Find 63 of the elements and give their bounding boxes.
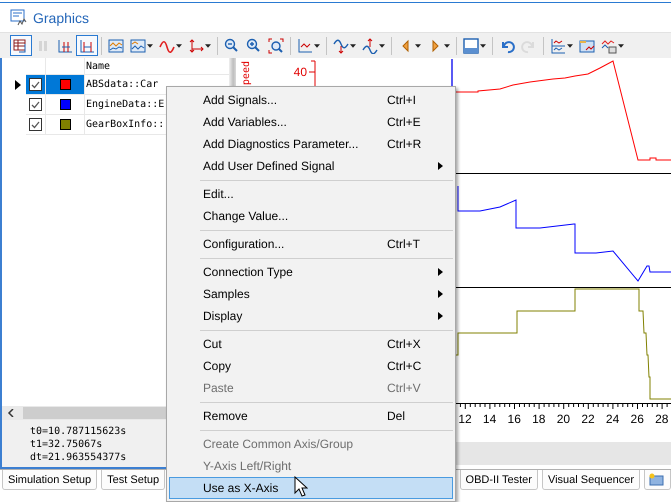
checkbox[interactable] [29, 98, 42, 111]
bottom-tab[interactable]: Simulation Setup [2, 470, 98, 490]
bottom-tab[interactable]: OBD-II Tester [460, 470, 538, 490]
wave-down-icon [333, 38, 349, 54]
zoom-in-icon [246, 38, 262, 54]
menu-item[interactable]: Add Variables... Ctrl+E [169, 111, 453, 133]
cursor-time-text: t0=10.787115623s [30, 425, 126, 438]
signal-name[interactable]: GearBoxInfo:: [86, 119, 164, 130]
column-header: Name [86, 60, 110, 72]
scroll-left-icon[interactable] [7, 409, 15, 417]
cursor-span-icon [79, 38, 95, 54]
menu-item[interactable]: Add User Defined Signal [169, 155, 453, 177]
x-tick-label: 20 [556, 412, 570, 426]
x-tick-label: 26 [630, 412, 644, 426]
stacked-charts-icon [550, 38, 566, 54]
chart-icon [130, 38, 146, 54]
wave-up-icon [362, 38, 378, 54]
monitor-icon [648, 472, 664, 486]
cursor-time-text: t1=32.75067s [30, 438, 102, 451]
x-tick-label: 18 [532, 412, 546, 426]
menu-item[interactable]: Display [169, 305, 453, 327]
x-tick-label: 12 [458, 412, 472, 426]
window-icon [463, 38, 479, 54]
menu-item[interactable]: Change Value... [169, 205, 453, 227]
cursor-icon [57, 38, 73, 54]
axis-arrows-icon [188, 38, 204, 54]
x-tick-label: 28 [655, 412, 668, 426]
menu-item[interactable]: Add Diagnostics Parameter... Ctrl+R [169, 133, 453, 155]
window-title: Graphics [33, 10, 90, 26]
signal-name[interactable]: EngineData::E [86, 99, 164, 110]
chart-export-icon [601, 38, 617, 54]
bottom-tab[interactable] [644, 470, 671, 490]
menu-item[interactable]: Add Signals... Ctrl+I [169, 89, 453, 111]
bottom-tab[interactable]: Visual Sequencer [542, 470, 640, 490]
toolbar-button[interactable] [10, 35, 32, 56]
x-tick-label: 22 [581, 412, 595, 426]
y-tick-label: 40 [294, 65, 307, 79]
x-tick-label: 16 [508, 412, 521, 426]
menu-item[interactable]: Connection Type [169, 261, 453, 283]
menu-item[interactable]: Configuration... Ctrl+T [169, 233, 453, 255]
cursor-time-text: dt=21.963554377s [30, 451, 126, 464]
menu-item[interactable]: Cut Ctrl+X [169, 333, 453, 355]
row-marker-icon [15, 80, 21, 90]
folder-chart-icon [579, 38, 595, 54]
signal-name[interactable]: ABSdata::Car [86, 79, 158, 90]
checkbox[interactable] [29, 78, 42, 91]
x-tick-label: 14 [482, 412, 496, 426]
menu-item[interactable]: Remove Del [169, 405, 453, 427]
graph-window-icon [10, 8, 28, 26]
zoom-out-icon [224, 38, 240, 54]
menu-item[interactable]: Samples [169, 283, 453, 305]
bottom-tab[interactable]: Test Setup [101, 470, 166, 490]
zoom-area-icon [268, 38, 284, 54]
y-axis-label: peed [241, 61, 252, 86]
menu-item[interactable]: Copy Ctrl+C [169, 355, 453, 377]
menu-item[interactable]: Edit... [169, 183, 453, 205]
checkbox[interactable] [29, 118, 42, 131]
mouse-pointer-icon [294, 476, 308, 497]
chart-axes-icon [297, 38, 313, 54]
toolbar-button[interactable] [76, 35, 98, 56]
chart-icon [108, 38, 124, 54]
x-tick-label: 24 [606, 412, 620, 426]
menu-item[interactable]: Use as X-Axis [169, 477, 453, 499]
